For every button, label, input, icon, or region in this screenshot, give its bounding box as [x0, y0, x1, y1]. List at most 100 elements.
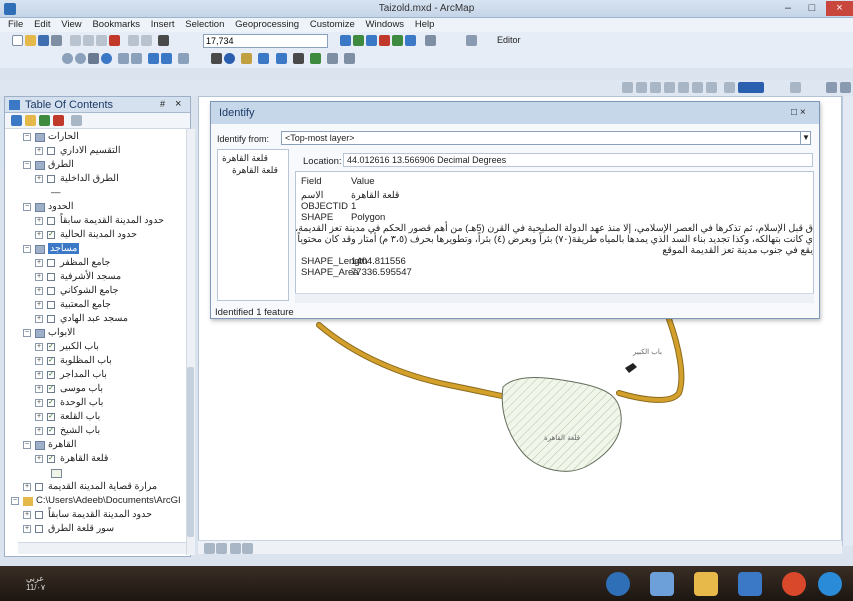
fixed-zoom-out-icon[interactable] — [131, 53, 142, 64]
expand-collapse-icon[interactable]: + — [35, 301, 43, 309]
chrome-icon[interactable] — [782, 572, 806, 596]
select-elements-icon[interactable] — [211, 53, 222, 64]
identify-icon[interactable] — [224, 53, 235, 64]
expand-collapse-icon[interactable]: + — [35, 357, 43, 365]
expand-collapse-icon[interactable]: + — [35, 231, 43, 239]
menu-windows[interactable]: Windows — [366, 18, 405, 32]
toc-row[interactable]: + جامع المظفر — [5, 257, 175, 270]
toc-row[interactable]: − الابواب — [5, 327, 175, 340]
layer-visibility-checkbox[interactable] — [47, 175, 55, 183]
undo-icon[interactable] — [128, 35, 139, 46]
hyperlink-icon[interactable] — [241, 53, 252, 64]
toc-row[interactable]: + جامع المعتبية — [5, 299, 175, 312]
toc-row[interactable]: + ✓ باب الشيخ — [5, 425, 175, 438]
menu-selection[interactable]: Selection — [185, 18, 224, 32]
zoom-control-icon[interactable] — [738, 82, 764, 93]
expand-collapse-icon[interactable]: + — [23, 483, 31, 491]
model-builder-icon[interactable] — [425, 35, 436, 46]
menu-bookmarks[interactable]: Bookmarks — [92, 18, 140, 32]
layout-zoom-in-icon[interactable] — [622, 82, 633, 93]
toc-row[interactable]: + ✓ باب المداجر — [5, 369, 175, 382]
expand-collapse-icon[interactable]: + — [35, 385, 43, 393]
attribute-row[interactable]: ي كانت بتهالكه، وكذا تجديد بناء السد الذ… — [296, 234, 813, 245]
list-by-visibility-icon[interactable] — [39, 115, 50, 126]
back-icon[interactable] — [148, 53, 159, 64]
menu-geoprocessing[interactable]: Geoprocessing — [235, 18, 299, 32]
redo-icon[interactable] — [141, 35, 152, 46]
expand-collapse-icon[interactable]: + — [35, 147, 43, 155]
media-player-icon[interactable] — [650, 572, 674, 596]
toc-row[interactable]: + ✓ قلعة القاهرة — [5, 453, 175, 466]
expand-collapse-icon[interactable]: + — [35, 399, 43, 407]
tree-node-feature[interactable]: قلعة القاهرة — [232, 165, 278, 176]
menu-edit[interactable]: Edit — [34, 18, 50, 32]
list-by-drawing-order-icon[interactable] — [11, 115, 22, 126]
expand-collapse-icon[interactable]: + — [35, 217, 43, 225]
delete-icon[interactable] — [109, 35, 120, 46]
expand-collapse-icon[interactable]: + — [35, 287, 43, 295]
pause-drawing-icon[interactable] — [242, 543, 253, 554]
grid-horizontal-scrollbar[interactable] — [295, 293, 814, 303]
measure-icon[interactable] — [276, 53, 287, 64]
toc-row[interactable]: − الطرق — [5, 159, 175, 172]
copy-icon[interactable] — [83, 35, 94, 46]
toc-row[interactable]: − الحارات — [5, 131, 175, 144]
layer-visibility-checkbox[interactable] — [47, 273, 55, 281]
toc-row[interactable]: + ✓ باب الوحدة — [5, 397, 175, 410]
attribute-row[interactable]: SHAPE_Area 77336.595547 — [296, 267, 813, 278]
expand-collapse-icon[interactable]: + — [35, 413, 43, 421]
layout-back-icon[interactable] — [692, 82, 703, 93]
expand-collapse-icon[interactable]: + — [23, 511, 31, 519]
toc-row[interactable]: + ✓ باب الكبير — [5, 341, 175, 354]
menu-view[interactable]: View — [61, 18, 81, 32]
layer-visibility-checkbox[interactable]: ✓ — [47, 427, 55, 435]
identify-window-buttons[interactable]: □ × — [791, 107, 806, 118]
layout-forward-icon[interactable] — [706, 82, 717, 93]
change-layout-icon[interactable] — [790, 82, 801, 93]
go-to-xy-icon[interactable] — [327, 53, 338, 64]
layer-visibility-checkbox[interactable] — [47, 315, 55, 323]
print-icon[interactable] — [51, 35, 62, 46]
right-dock-strip[interactable] — [842, 96, 853, 546]
toc-row[interactable]: + التقسيم الاداري — [5, 145, 175, 158]
menu-insert[interactable]: Insert — [151, 18, 175, 32]
expand-collapse-icon[interactable]: − — [23, 133, 31, 141]
editor-menu[interactable]: Editor — [497, 35, 521, 45]
maximize-button[interactable]: □ — [800, 1, 824, 16]
toc-row[interactable]: + حدود المدينة القديمة سابقاً — [5, 215, 175, 228]
identify-from-dropdown[interactable]: <Top-most layer> — [281, 131, 811, 145]
layer-visibility-checkbox[interactable]: ✓ — [47, 413, 55, 421]
toc-row[interactable]: + مرارة قصاية المدينة القديمة — [5, 481, 175, 494]
open-icon[interactable] — [25, 35, 36, 46]
toc-close-button[interactable]: × — [175, 98, 181, 110]
minimize-button[interactable]: – — [776, 1, 800, 16]
layer-visibility-checkbox[interactable]: ✓ — [47, 371, 55, 379]
toc-row[interactable]: − القاهرة — [5, 439, 175, 452]
toc-row[interactable]: + ✓ باب القلعة — [5, 411, 175, 424]
expand-collapse-icon[interactable]: + — [35, 315, 43, 323]
zoom-100-icon[interactable] — [678, 82, 689, 93]
menu-customize[interactable]: Customize — [310, 18, 355, 32]
expand-collapse-icon[interactable]: − — [23, 329, 31, 337]
expand-collapse-icon[interactable]: + — [35, 273, 43, 281]
full-extent-icon[interactable] — [101, 53, 112, 64]
map-scale-input[interactable] — [203, 34, 328, 48]
expand-collapse-icon[interactable]: − — [23, 161, 31, 169]
toc-row[interactable]: + الطرق الداخلية — [5, 173, 175, 186]
layer-visibility-checkbox[interactable] — [47, 301, 55, 309]
layout-options-icon[interactable] — [840, 82, 851, 93]
cut-icon[interactable] — [70, 35, 81, 46]
layer-visibility-checkbox[interactable]: ✓ — [47, 343, 55, 351]
find-icon[interactable] — [293, 53, 304, 64]
layer-visibility-checkbox[interactable]: ✓ — [47, 357, 55, 365]
attribute-row[interactable]: الاسم قلعة القاهرة — [296, 190, 813, 201]
chevron-down-icon[interactable]: ▼ — [800, 131, 811, 145]
expand-collapse-icon[interactable]: + — [35, 427, 43, 435]
expand-collapse-icon[interactable]: − — [11, 497, 19, 505]
toc-row[interactable]: + ✓ حدود المدينة الحالية — [5, 229, 175, 242]
expand-collapse-icon[interactable]: + — [35, 455, 43, 463]
expand-collapse-icon[interactable]: + — [35, 343, 43, 351]
layout-view-icon[interactable] — [216, 543, 227, 554]
expand-collapse-icon[interactable]: − — [23, 441, 31, 449]
toc-horizontal-scrollbar[interactable] — [18, 542, 186, 554]
